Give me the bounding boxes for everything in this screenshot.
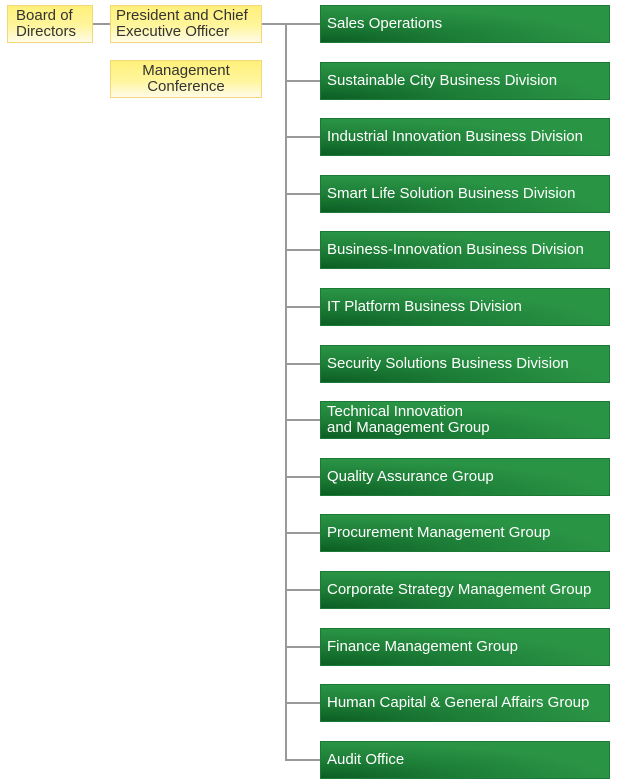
- org-unit-box: Smart Life Solution Business Division: [320, 174, 610, 213]
- unit-connector: [286, 306, 320, 308]
- management-conference-box: Management Conference: [110, 60, 262, 98]
- board-of-directors-box: Board of Directors: [7, 5, 93, 43]
- unit-connector: [286, 23, 320, 25]
- unit-connector: [286, 136, 320, 139]
- org-unit-box: Procurement Management Group: [320, 514, 610, 553]
- org-unit-box: Sustainable City Business Division: [320, 61, 610, 100]
- unit-connector: [286, 475, 320, 478]
- unit-connector: [286, 589, 320, 591]
- org-unit-box: Corporate Strategy Management Group: [320, 571, 610, 609]
- org-unit-box: Industrial Innovation Business Division: [320, 118, 610, 157]
- org-unit-box: Business-Innovation Business Division: [320, 231, 610, 270]
- unit-connector: [286, 79, 320, 82]
- org-unit-box: Technical Innovation and Management Grou…: [320, 401, 610, 440]
- president-trunk-connector: [262, 23, 286, 25]
- unit-connector: [286, 249, 320, 252]
- org-unit-box: IT Platform Business Division: [320, 288, 610, 326]
- trunk-line: [285, 23, 287, 761]
- unit-connector: [286, 419, 320, 422]
- org-unit-box: Finance Management Group: [320, 627, 610, 666]
- unit-connector: [286, 532, 320, 535]
- board-president-connector: [93, 23, 110, 25]
- unit-connector: [286, 192, 320, 195]
- org-unit-box: Quality Assurance Group: [320, 457, 610, 496]
- org-unit-box: Audit Office: [320, 740, 610, 779]
- unit-connector: [286, 362, 320, 365]
- unit-connector: [286, 645, 320, 648]
- president-ceo-box: President and Chief Executive Officer: [110, 5, 262, 43]
- org-unit-box: Human Capital & General Affairs Group: [320, 684, 610, 723]
- unit-connector: [286, 702, 320, 705]
- unit-connector: [286, 758, 320, 761]
- org-unit-box: Sales Operations: [320, 5, 610, 43]
- org-unit-box: Security Solutions Business Division: [320, 344, 610, 383]
